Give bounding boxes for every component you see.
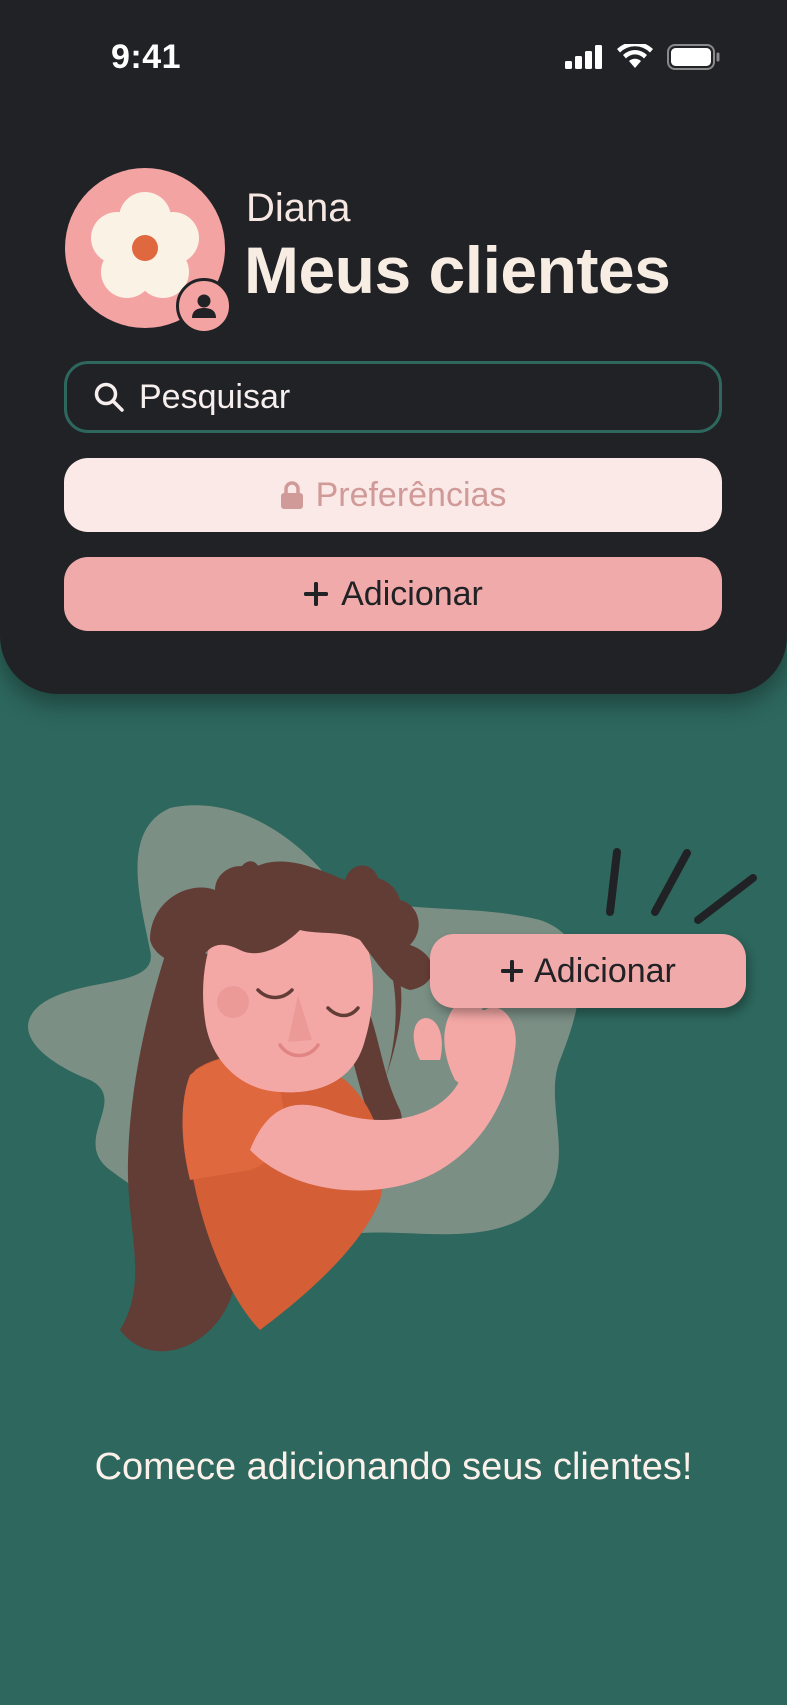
plus-icon — [304, 582, 329, 606]
wifi-icon — [617, 44, 653, 68]
preferences-label: Preferências — [315, 475, 507, 514]
motion-lines-icon — [606, 848, 757, 924]
add-button[interactable]: Adicionar — [64, 557, 722, 631]
status-time: 9:41 — [111, 38, 182, 76]
signal-icon — [565, 45, 602, 69]
add-label: Adicionar — [341, 574, 483, 613]
status-bar: 9:41 — [0, 0, 787, 110]
search-icon — [94, 382, 124, 412]
header-panel: 9:41 Diana Meus clientes Pesquisar Prefe… — [0, 0, 787, 694]
status-icons — [565, 44, 721, 70]
illustration-add-button: Adicionar — [430, 934, 746, 1008]
page-title: Meus clientes — [244, 233, 671, 307]
profile-badge[interactable] — [176, 278, 232, 334]
battery-icon — [667, 44, 720, 70]
lock-icon — [280, 481, 303, 509]
user-name: Diana — [246, 186, 351, 230]
plus-icon — [501, 960, 524, 982]
empty-state-illustration — [28, 805, 757, 1352]
preferences-button[interactable]: Preferências — [64, 458, 722, 532]
search-placeholder: Pesquisar — [139, 377, 291, 416]
person-icon — [192, 294, 216, 318]
empty-state-message: Comece adicionando seus clientes! — [94, 1446, 693, 1488]
illustration-add-label: Adicionar — [534, 951, 676, 990]
search-input[interactable]: Pesquisar — [64, 361, 722, 433]
